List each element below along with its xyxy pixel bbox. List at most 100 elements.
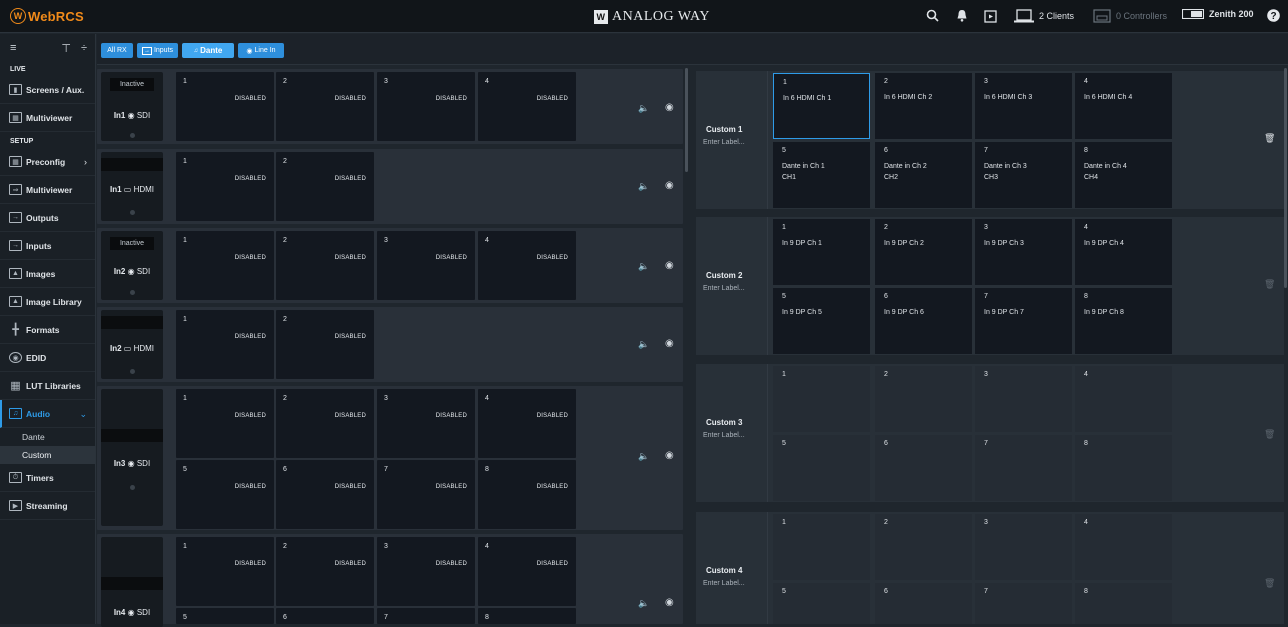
sidebar-item-formats[interactable]: ╋ Formats	[0, 316, 95, 344]
custom-channel-tile[interactable]: 2 In 9 DP Ch 2	[875, 219, 972, 285]
custom-channel-tile[interactable]: 8	[1075, 583, 1172, 624]
custom-channel-tile[interactable]: 5 In 9 DP Ch 5	[773, 288, 870, 354]
mute-icon[interactable]: 🔈	[638, 598, 649, 609]
channel-tile[interactable]: 3 DISABLED	[377, 537, 475, 606]
custom-channel-tile[interactable]: 1	[773, 514, 870, 580]
sidebar-item-screens-aux[interactable]: ▮ Screens / Aux.	[0, 76, 95, 104]
channel-tile[interactable]: 7 DISABLED	[377, 460, 475, 529]
custom-channel-tile[interactable]: 1 In 9 DP Ch 1	[773, 219, 870, 285]
eye-icon[interactable]: ◉	[665, 260, 674, 271]
sidebar-item-edid[interactable]: ◉ EDID	[0, 344, 95, 372]
collapse-menu-icon[interactable]: ≡	[10, 42, 16, 54]
channel-tile[interactable]: 4 DISABLED	[478, 389, 576, 458]
custom-channel-tile[interactable]: 3	[975, 366, 1072, 432]
help-icon[interactable]: ?	[1267, 9, 1280, 22]
right-scrollbar[interactable]	[1284, 68, 1287, 288]
channel-tile[interactable]: 4 DISABLED	[478, 72, 576, 141]
sidebar-item-outputs[interactable]: → Outputs	[0, 204, 95, 232]
mute-icon[interactable]: 🔈	[638, 103, 649, 114]
channel-tile[interactable]: 3 DISABLED	[377, 231, 475, 300]
eye-icon[interactable]: ◉	[665, 180, 674, 191]
filter-inputs[interactable]: → Inputs	[137, 43, 178, 58]
clients-indicator[interactable]: 2 Clients	[1014, 9, 1074, 23]
sidebar-item-preconfig[interactable]: ▦ Preconfig ›	[0, 148, 95, 176]
channel-tile[interactable]: 1 DISABLED	[176, 152, 274, 221]
channel-tile[interactable]: 1 DISABLED	[176, 231, 274, 300]
channel-tile[interactable]: 2 DISABLED	[276, 310, 374, 379]
sidebar-item-images[interactable]: ▲ Images	[0, 260, 95, 288]
channel-tile[interactable]: 1 DISABLED	[176, 389, 274, 458]
channel-tile[interactable]: 4 DISABLED	[478, 231, 576, 300]
filter-line-in[interactable]: ◉ Line In	[238, 43, 284, 58]
sidebar-item-multiviewer[interactable]: ⇒ Multiviewer	[0, 176, 95, 204]
align-icon[interactable]: ⊤	[61, 42, 71, 55]
sidebar-item-multiviewer-live[interactable]: ▦ Multiviewer	[0, 104, 95, 132]
filter-dante[interactable]: ♫ Dante	[182, 43, 234, 58]
custom-channel-tile[interactable]: 5 Dante in Ch 1 CH1	[773, 142, 870, 208]
custom-channel-tile[interactable]: 8	[1075, 435, 1172, 501]
custom-channel-tile[interactable]: 3 In 9 DP Ch 3	[975, 219, 1072, 285]
eye-icon[interactable]: ◉	[665, 597, 674, 608]
custom-channel-tile[interactable]: 5	[773, 583, 870, 624]
device-indicator[interactable]: Zenith 200	[1182, 9, 1254, 19]
eye-icon[interactable]: ◉	[665, 450, 674, 461]
custom-channel-tile[interactable]: 6	[875, 583, 972, 624]
custom-channel-tile[interactable]: 2	[875, 366, 972, 432]
sidebar-item-streaming[interactable]: ▶ Streaming	[0, 492, 95, 520]
sidebar-item-lut-libraries[interactable]: ▦ LUT Libraries	[0, 372, 95, 400]
custom-label-input[interactable]: Enter Label...	[703, 285, 745, 292]
custom-channel-tile[interactable]: 7	[975, 583, 1072, 624]
custom-channel-tile[interactable]: 8 Dante in Ch 4 CH4	[1075, 142, 1172, 208]
sidebar-item-image-library[interactable]: ▲ Image Library	[0, 288, 95, 316]
webrcs-logo[interactable]: W WebRCS	[10, 8, 84, 24]
custom-channel-tile[interactable]: 6 In 9 DP Ch 6	[875, 288, 972, 354]
channel-tile[interactable]: 2 DISABLED	[276, 389, 374, 458]
eye-icon[interactable]: ◉	[665, 338, 674, 349]
custom-channel-tile[interactable]: 2	[875, 514, 972, 580]
custom-label-input[interactable]: Enter Label...	[703, 432, 745, 439]
custom-channel-tile[interactable]: 6 Dante in Ch 2 CH2	[875, 142, 972, 208]
mute-icon[interactable]: 🔈	[638, 339, 649, 350]
left-scrollbar[interactable]	[685, 68, 688, 172]
channel-tile[interactable]: 8	[478, 608, 576, 624]
custom-channel-tile[interactable]: 6	[875, 435, 972, 501]
channel-tile[interactable]: 1 DISABLED	[176, 537, 274, 606]
delete-trash-icon[interactable]: 🗑	[1264, 578, 1275, 589]
channel-tile[interactable]: 1 DISABLED	[176, 310, 274, 379]
custom-channel-tile[interactable]: 7 In 9 DP Ch 7	[975, 288, 1072, 354]
delete-trash-icon[interactable]: 🗑	[1264, 133, 1275, 144]
media-file-icon[interactable]	[984, 9, 997, 23]
custom-channel-tile[interactable]: 3	[975, 514, 1072, 580]
channel-tile[interactable]: 5 DISABLED	[176, 460, 274, 529]
sidebar-subitem-dante[interactable]: Dante	[0, 428, 95, 446]
mute-icon[interactable]: 🔈	[638, 261, 649, 272]
custom-channel-tile[interactable]: 7	[975, 435, 1072, 501]
delete-trash-icon[interactable]: 🗑	[1264, 279, 1275, 290]
custom-channel-tile[interactable]: 4 In 9 DP Ch 4	[1075, 219, 1172, 285]
delete-trash-icon[interactable]: 🗑	[1264, 429, 1275, 440]
channel-tile[interactable]: 8 DISABLED	[478, 460, 576, 529]
custom-label-input[interactable]: Enter Label...	[703, 580, 745, 587]
custom-channel-tile[interactable]: 4	[1075, 366, 1172, 432]
custom-channel-tile[interactable]: 3 In 6 HDMI Ch 3	[975, 73, 1072, 139]
custom-channel-tile[interactable]: 2 In 6 HDMI Ch 2	[875, 73, 972, 139]
notification-bell-icon[interactable]	[956, 9, 968, 22]
mute-icon[interactable]: 🔈	[638, 181, 649, 192]
custom-channel-tile[interactable]: 8 In 9 DP Ch 8	[1075, 288, 1172, 354]
channel-tile[interactable]: 2 DISABLED	[276, 72, 374, 141]
channel-tile[interactable]: 2 DISABLED	[276, 152, 374, 221]
channel-tile[interactable]: 3 DISABLED	[377, 389, 475, 458]
divide-icon[interactable]: ÷	[81, 42, 87, 54]
custom-channel-tile[interactable]: 1	[773, 366, 870, 432]
sidebar-item-audio[interactable]: ♫ Audio ⌄	[0, 400, 95, 428]
channel-tile[interactable]: 6	[276, 608, 374, 624]
channel-tile[interactable]: 4 DISABLED	[478, 537, 576, 606]
channel-tile[interactable]: 7	[377, 608, 475, 624]
controllers-indicator[interactable]: 0 Controllers	[1093, 9, 1167, 23]
filter-all-rx[interactable]: All RX	[101, 43, 133, 58]
sidebar-subitem-custom[interactable]: Custom	[0, 446, 95, 464]
custom-label-input[interactable]: Enter Label...	[703, 139, 745, 146]
custom-channel-tile[interactable]: 5	[773, 435, 870, 501]
custom-channel-tile[interactable]: 1 In 6 HDMI Ch 1	[773, 73, 870, 139]
mute-icon[interactable]: 🔈	[638, 451, 649, 462]
